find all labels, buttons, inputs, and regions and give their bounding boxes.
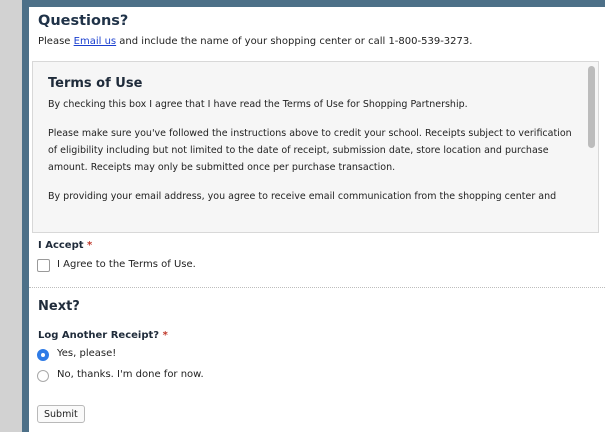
terms-content: Terms of Use By checking this box I agre…	[48, 76, 576, 217]
required-mark: *	[162, 330, 168, 341]
radio-yes-label[interactable]: Yes, please!	[57, 348, 116, 359]
accept-label-text: I Accept	[38, 240, 84, 251]
questions-text: Please Email us and include the name of …	[38, 36, 472, 47]
terms-paragraph-1: By checking this box I agree that I have…	[48, 99, 468, 110]
radio-yes[interactable]	[37, 349, 49, 361]
log-another-label: Log Another Receipt? *	[38, 330, 168, 341]
questions-text-before: Please	[38, 36, 74, 47]
submit-button[interactable]: Submit	[37, 405, 85, 423]
agree-terms-checkbox[interactable]	[37, 259, 50, 272]
terms-paragraph-2: Please make sure you've followed the ins…	[48, 128, 572, 173]
receipt-form: Questions? Please Email us and include t…	[29, 7, 605, 432]
terms-title: Terms of Use	[48, 76, 143, 91]
terms-of-use-box[interactable]: Terms of Use By checking this box I agre…	[32, 61, 599, 233]
required-mark: *	[87, 240, 93, 251]
terms-scrollbar[interactable]	[588, 66, 595, 148]
questions-heading: Questions?	[38, 13, 129, 29]
radio-no[interactable]	[37, 370, 49, 382]
section-divider	[29, 287, 605, 288]
radio-no-label[interactable]: No, thanks. I'm done for now.	[57, 369, 204, 380]
terms-paragraph-3: By providing your email address, you agr…	[48, 191, 557, 202]
agree-terms-label[interactable]: I Agree to the Terms of Use.	[57, 259, 196, 270]
next-heading: Next?	[38, 299, 80, 314]
log-another-label-text: Log Another Receipt?	[38, 330, 160, 341]
email-us-link[interactable]: Email us	[74, 36, 116, 47]
accept-label: I Accept *	[38, 240, 92, 251]
questions-text-after: and include the name of your shopping ce…	[116, 36, 473, 47]
